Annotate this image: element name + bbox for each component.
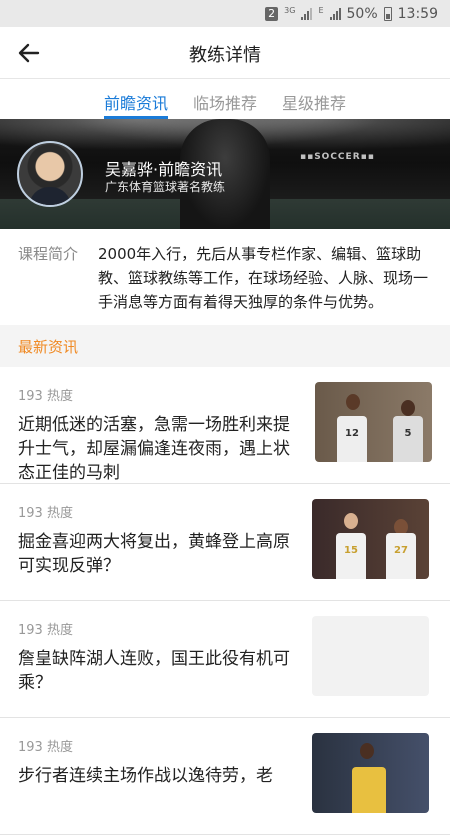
battery-icon xyxy=(383,6,392,21)
tab-star-recommend[interactable]: 星级推荐 xyxy=(282,80,346,120)
status-bar: 2 3G E 50% 13:59 xyxy=(0,0,450,27)
signal-icon xyxy=(301,7,313,20)
coach-avatar xyxy=(17,141,83,207)
page-title: 教练详情 xyxy=(189,45,261,66)
network-e-label: E xyxy=(318,6,324,15)
news-item[interactable]: 193 热度 近期低迷的活塞，急需一场胜利来提升士气，却屋漏偏逢连夜雨，遇上状态… xyxy=(0,367,450,484)
course-intro: 课程简介 2000年入行，先后从事专栏作家、编辑、篮球助教、篮球教练等工作，在球… xyxy=(0,229,450,325)
heat-count: 193 热度 xyxy=(18,506,73,521)
news-thumbnail xyxy=(312,733,429,813)
jersey-number: 15 xyxy=(344,545,358,556)
sim-badge: 2 xyxy=(265,6,279,21)
news-thumbnail-placeholder xyxy=(312,616,429,696)
news-thumbnail: 15 27 xyxy=(312,499,429,579)
tab-preview-news[interactable]: 前瞻资讯 xyxy=(103,80,168,120)
stadium-banner-graphic: ▪▪SOCCER▪▪ xyxy=(300,152,375,162)
tab-live-recommend[interactable]: 临场推荐 xyxy=(193,80,257,120)
signal-icon-2 xyxy=(329,7,341,20)
heat-count: 193 热度 xyxy=(18,389,73,404)
news-item[interactable]: 193 热度 掘金喜迎两大将复出，黄蜂登上高原可实现反弹？ 15 27 xyxy=(0,484,450,601)
heat-count: 193 热度 xyxy=(18,623,73,638)
news-thumbnail: 12 5 xyxy=(315,382,432,462)
intro-label: 课程简介 xyxy=(18,245,79,263)
jersey-number: 12 xyxy=(345,428,359,439)
news-item[interactable]: 193 热度 詹皇缺阵湖人连败，国王此役有机可乘？ xyxy=(0,601,450,718)
news-headline: 詹皇缺阵湖人连败，国王此役有机可乘？ xyxy=(18,649,290,693)
network-3g-label: 3G xyxy=(284,6,296,15)
clock: 13:59 xyxy=(397,5,438,22)
coach-banner: ▪▪SOCCER▪▪ 吴嘉骅·前瞻资讯 广东体育篮球著名教练 xyxy=(0,119,450,229)
news-headline: 步行者连续主场作战以逸待劳，老 xyxy=(18,766,273,786)
app-header: 教练详情 xyxy=(0,27,450,79)
news-headline: 近期低迷的活塞，急需一场胜利来提升士气，却屋漏偏逢连夜雨，遇上状态正佳的马刺 xyxy=(18,415,290,483)
intro-text: 2000年入行，先后从事专栏作家、编辑、篮球助教、篮球教练等工作，在球场经验、人… xyxy=(98,245,429,311)
tab-bar: 前瞻资讯 临场推荐 星级推荐 xyxy=(0,80,450,120)
battery-percent: 50% xyxy=(346,5,378,22)
jersey-number: 27 xyxy=(394,545,408,556)
news-item[interactable]: 193 热度 步行者连续主场作战以逸待劳，老 xyxy=(0,718,450,835)
coach-description: 广东体育篮球著名教练 xyxy=(105,180,226,194)
news-headline: 掘金喜迎两大将复出，黄蜂登上高原可实现反弹？ xyxy=(18,532,290,576)
coach-name: 吴嘉骅·前瞻资讯 xyxy=(105,160,223,179)
latest-news-heading: 最新资讯 xyxy=(0,325,450,367)
jersey-number: 5 xyxy=(404,428,412,439)
heat-count: 193 热度 xyxy=(18,740,73,755)
news-list: 193 热度 近期低迷的活塞，急需一场胜利来提升士气，却屋漏偏逢连夜雨，遇上状态… xyxy=(0,367,450,835)
